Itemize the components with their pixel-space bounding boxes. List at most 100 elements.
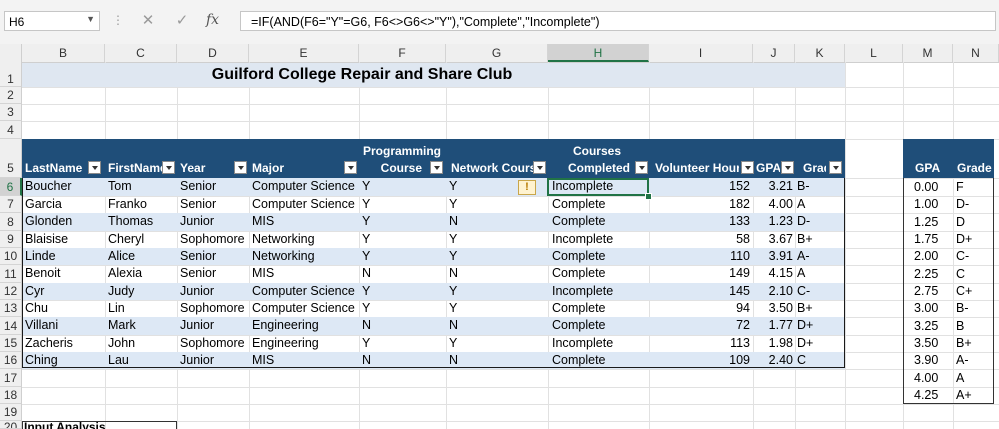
filter-dropdown-icon[interactable] xyxy=(533,161,546,174)
lookup-grade[interactable]: A- xyxy=(956,352,992,369)
lookup-grade[interactable]: D+ xyxy=(956,231,992,248)
row-header-20[interactable]: 20 xyxy=(0,421,22,429)
insert-function-icon[interactable]: fx xyxy=(206,12,219,28)
filter-dropdown-icon[interactable] xyxy=(234,161,247,174)
filter-dropdown-icon[interactable] xyxy=(162,161,175,174)
lookup-grade[interactable]: A+ xyxy=(956,387,992,404)
column-header-j[interactable]: J xyxy=(753,44,795,62)
filter-dropdown-icon[interactable] xyxy=(781,161,794,174)
lookup-gpa[interactable]: 1.25 xyxy=(914,213,950,231)
header-volunteer[interactable]: Volunteer Hours xyxy=(655,161,739,175)
more-options-icon[interactable]: ⋮ xyxy=(112,13,124,27)
header-network[interactable]: Network Course xyxy=(451,161,533,175)
filter-dropdown-icon[interactable] xyxy=(430,161,443,174)
row-header-5[interactable]: 5 xyxy=(0,139,22,178)
header-gpa[interactable]: GPA xyxy=(756,161,780,175)
row-header-6[interactable]: 6 xyxy=(0,178,22,196)
header-programming-line1: Programming xyxy=(362,144,441,158)
lookup-gpa[interactable]: 2.00 xyxy=(914,248,950,265)
lookup-grade[interactable]: C+ xyxy=(956,283,992,300)
column-header-b[interactable]: B xyxy=(22,44,105,62)
cancel-icon[interactable]: ✕ xyxy=(136,11,160,31)
lookup-grade[interactable]: D xyxy=(956,213,992,231)
header-courses-line1: Courses xyxy=(572,144,622,158)
lookup-header-row: GPA Grade xyxy=(903,139,994,178)
name-box[interactable]: H6 ▼ xyxy=(4,11,100,31)
lookup-gpa[interactable]: 3.50 xyxy=(914,335,950,352)
row-header-16[interactable]: 16 xyxy=(0,352,22,369)
row-header-13[interactable]: 13 xyxy=(0,300,22,317)
lookup-gpa[interactable]: 3.90 xyxy=(914,352,950,369)
lookup-grade[interactable]: C- xyxy=(956,248,992,265)
lookup-gpa[interactable]: 2.75 xyxy=(914,283,950,300)
header-year[interactable]: Year xyxy=(180,161,230,175)
lookup-grade[interactable]: C xyxy=(956,265,992,283)
error-warning-icon[interactable]: ! xyxy=(518,180,536,195)
lookup-grade[interactable]: A xyxy=(956,369,992,387)
filter-dropdown-icon[interactable] xyxy=(88,161,101,174)
row-header-17[interactable]: 17 xyxy=(0,369,22,387)
row-header-15[interactable]: 15 xyxy=(0,335,22,352)
lookup-grade[interactable]: B- xyxy=(956,300,992,317)
lookup-gpa[interactable]: 0.00 xyxy=(914,178,950,196)
column-header-l[interactable]: L xyxy=(845,44,903,62)
column-header-i[interactable]: I xyxy=(649,44,753,62)
column-header-m[interactable]: M xyxy=(903,44,953,62)
column-header-f[interactable]: F xyxy=(359,44,446,62)
row-header-8[interactable]: 8 xyxy=(0,213,22,231)
chevron-down-icon[interactable]: ▼ xyxy=(86,14,95,24)
header-programming-line2[interactable]: Course xyxy=(362,161,422,175)
input-analysis-label[interactable]: Input Analysis xyxy=(24,420,106,429)
lookup-grade[interactable]: B xyxy=(956,317,992,335)
header-grade[interactable]: Grade xyxy=(803,161,826,175)
select-all-corner[interactable] xyxy=(0,44,22,62)
table-border xyxy=(22,178,845,368)
enter-icon[interactable]: ✓ xyxy=(170,11,194,31)
column-header-h[interactable]: H xyxy=(548,44,649,62)
row-header-19[interactable]: 19 xyxy=(0,404,22,421)
column-header-g[interactable]: G xyxy=(446,44,548,62)
filter-dropdown-icon[interactable] xyxy=(344,161,357,174)
lookup-gpa[interactable]: 1.00 xyxy=(914,196,950,213)
row-header-1[interactable]: 1 xyxy=(0,62,22,87)
row-header-12[interactable]: 12 xyxy=(0,283,22,300)
lookup-header-grade[interactable]: Grade xyxy=(957,161,993,175)
header-major[interactable]: Major xyxy=(252,161,322,175)
lookup-grade[interactable]: D- xyxy=(956,196,992,213)
row-header-14[interactable]: 14 xyxy=(0,317,22,335)
lookup-header-gpa[interactable]: GPA xyxy=(915,161,945,175)
name-box-value: H6 xyxy=(9,15,25,29)
sheet-title[interactable]: Guilford College Repair and Share Club xyxy=(22,63,702,87)
column-header-e[interactable]: E xyxy=(249,44,359,62)
formula-input[interactable]: =IF(AND(F6="Y"=G6, F6<>G6<>"Y"),"Complet… xyxy=(240,11,996,31)
lookup-gpa[interactable]: 2.25 xyxy=(914,265,950,283)
column-header-c[interactable]: C xyxy=(105,44,177,62)
lookup-gpa[interactable]: 4.00 xyxy=(914,369,950,387)
row-header-3[interactable]: 3 xyxy=(0,104,22,121)
fill-handle[interactable] xyxy=(645,193,652,200)
header-lastname[interactable]: LastName xyxy=(25,161,85,175)
filter-dropdown-icon[interactable] xyxy=(741,161,754,174)
formula-text: =IF(AND(F6="Y"=G6, F6<>G6<>"Y"),"Complet… xyxy=(251,15,600,29)
lookup-gpa[interactable]: 3.00 xyxy=(914,300,950,317)
row-header-4[interactable]: 4 xyxy=(0,121,22,139)
row-header-18[interactable]: 18 xyxy=(0,387,22,404)
row-header-9[interactable]: 9 xyxy=(0,231,22,248)
column-header-k[interactable]: K xyxy=(795,44,845,62)
table-header-row: LastName FirstName Year Major Programmin… xyxy=(22,139,845,178)
row-header-7[interactable]: 7 xyxy=(0,196,22,213)
column-header-n[interactable]: N xyxy=(953,44,999,62)
header-courses-line2[interactable]: Completed xyxy=(552,161,630,175)
row-header-10[interactable]: 10 xyxy=(0,248,22,265)
filter-dropdown-icon[interactable] xyxy=(635,161,648,174)
lookup-grade[interactable]: F xyxy=(956,178,992,196)
header-firstname[interactable]: FirstName xyxy=(108,161,162,175)
lookup-gpa[interactable]: 3.25 xyxy=(914,317,950,335)
lookup-gpa[interactable]: 1.75 xyxy=(914,231,950,248)
lookup-grade[interactable]: B+ xyxy=(956,335,992,352)
lookup-gpa[interactable]: 4.25 xyxy=(914,387,950,404)
row-header-11[interactable]: 11 xyxy=(0,265,22,283)
column-header-d[interactable]: D xyxy=(177,44,249,62)
filter-dropdown-icon[interactable] xyxy=(829,161,842,174)
row-header-2[interactable]: 2 xyxy=(0,87,22,104)
